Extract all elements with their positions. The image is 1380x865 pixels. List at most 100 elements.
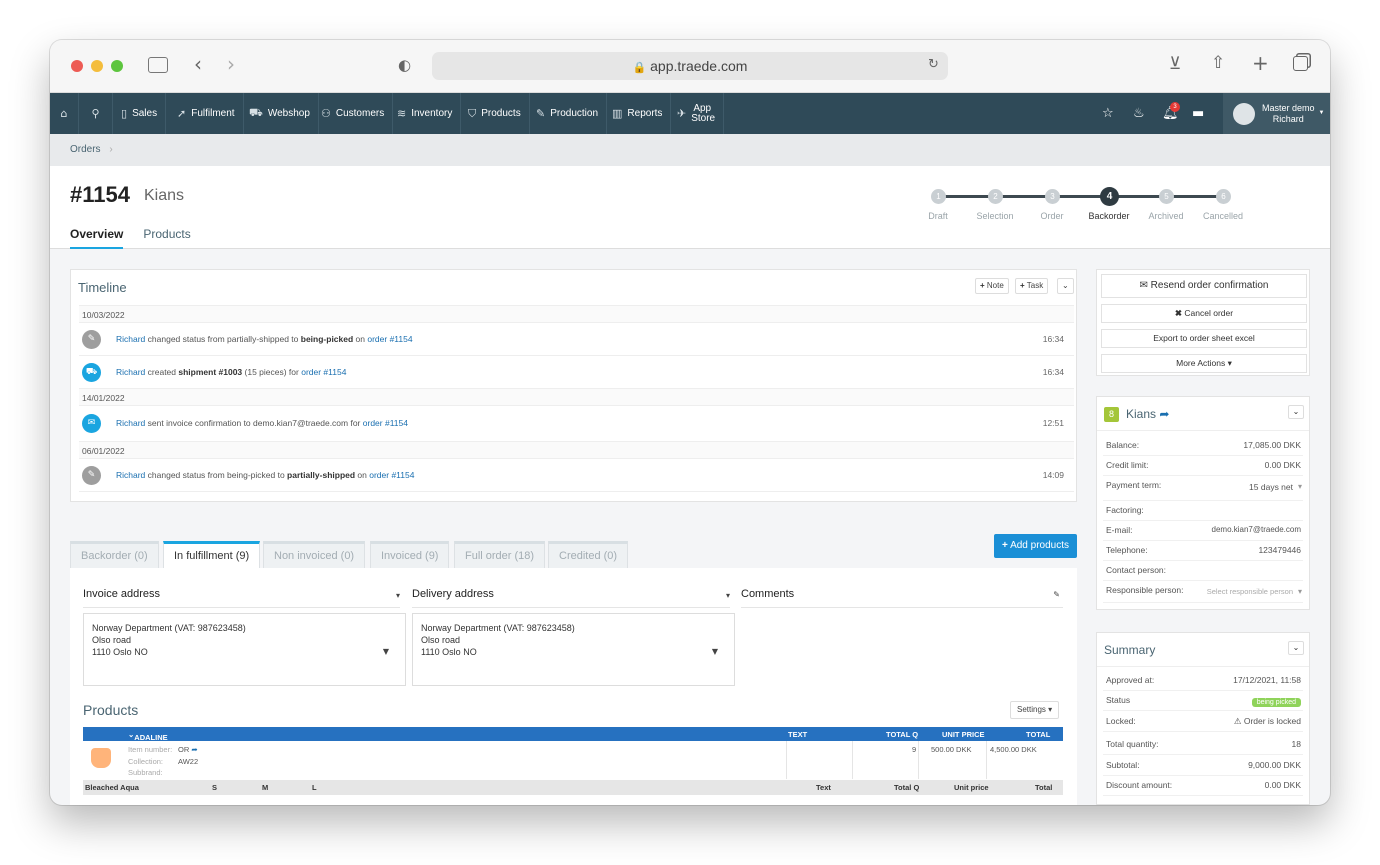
invoice-address-select[interactable]: Norway Department (VAT: 987623458) Olso … <box>83 613 406 686</box>
summary-subtotal: Subtotal: 9,000.00 DKK <box>1103 756 1303 776</box>
nav-fulfilment[interactable]: ➚ Fulfilment <box>169 93 244 134</box>
address-bar[interactable]: 🔒 app.traede.com <box>432 52 948 80</box>
step-order: 3 <box>1045 189 1060 204</box>
bell-icon[interactable]: 🔔︎ 3 <box>1162 93 1180 134</box>
tab-overview[interactable]: Overview <box>70 227 124 249</box>
new-tab-icon[interactable]: + <box>1252 51 1269 75</box>
product-name-header[interactable]: ⌄ ADALINE <box>128 730 168 742</box>
field-value: 18 <box>1291 739 1301 749</box>
fire-icon[interactable]: ♨ <box>1133 93 1145 134</box>
tab-products[interactable]: Products <box>143 227 190 249</box>
tab-backorder[interactable]: Backorder (0) <box>70 541 159 569</box>
step-label: Cancelled <box>1202 211 1244 221</box>
timeline-entry-text: Richard changed status from partially-sh… <box>116 334 413 344</box>
order-link[interactable]: order #1154 <box>369 470 414 480</box>
edit-icon[interactable]: ✎ <box>1053 590 1060 599</box>
invoice-address-label: Invoice address <box>83 588 161 600</box>
user-menu[interactable]: Master demo Richard ▼ <box>1223 93 1330 134</box>
order-link[interactable]: order #1154 <box>301 367 346 377</box>
variant-col-unit-price: Unit price <box>954 783 989 792</box>
customer-panel: 8 Kians ➦ ⌄ Balance: 17,085.00 DKK Credit… <box>1096 396 1310 610</box>
user-name: Richard <box>1272 113 1304 124</box>
nav-sales[interactable]: ▯ Sales <box>113 93 167 134</box>
field-value: demo.kian7@traede.com <box>1211 525 1302 534</box>
user-link[interactable]: Richard <box>116 470 145 480</box>
tab-credited[interactable]: Credited (0) <box>548 541 629 569</box>
maximize-window-button[interactable] <box>111 60 123 72</box>
more-actions-button[interactable]: More Actions ▾ <box>1101 354 1307 373</box>
products-title: Products <box>83 702 139 718</box>
caret-down-icon[interactable]: ▾ <box>396 591 400 600</box>
caret-down-icon: ▼ <box>711 647 718 656</box>
add-note-button[interactable]: + Note <box>975 278 1009 294</box>
order-link[interactable]: order #1154 <box>367 334 412 344</box>
nav-reports[interactable]: ▥ Reports <box>604 93 672 134</box>
size-l: L <box>312 783 317 792</box>
customer-collapse-button[interactable]: ⌄ <box>1288 405 1304 419</box>
sidebar-icon[interactable] <box>148 57 168 73</box>
settings-button[interactable]: Settings ▾ <box>1010 701 1060 719</box>
user-link[interactable]: Richard <box>116 367 145 377</box>
close-window-button[interactable] <box>71 60 83 72</box>
forward-icon[interactable]: › <box>227 52 235 76</box>
nav-webshop[interactable]: ⛟ Webshop <box>241 93 319 134</box>
order-link[interactable]: order #1154 <box>363 418 408 428</box>
browser-toolbar: ‹ › ◐ 🔒 app.traede.com ↻ ⊻ ⇧ + <box>50 40 1330 93</box>
nav-label: Sales <box>132 108 158 119</box>
back-icon[interactable]: ‹ <box>194 52 202 76</box>
order-tabs: Overview Products <box>70 227 191 249</box>
tab-in-fulfillment[interactable]: In fulfillment (9) <box>163 541 261 569</box>
reload-icon[interactable]: ↻ <box>928 57 939 72</box>
field-label: Status <box>1106 695 1131 705</box>
user-link[interactable]: Richard <box>116 418 145 428</box>
size-s: S <box>212 783 218 792</box>
settings-label: Settings <box>1017 705 1046 714</box>
field-value: 17/12/2021, 11:58 <box>1233 675 1301 685</box>
item-number: OR ➦ <box>178 745 198 754</box>
export-excel-button[interactable]: Export to order sheet excel <box>1101 329 1307 348</box>
nav-customers[interactable]: ⚇ Customers <box>313 93 394 134</box>
tabs-overview-icon[interactable] <box>1293 56 1308 71</box>
variant-col-total: Total <box>1035 783 1053 792</box>
minimize-window-button[interactable] <box>91 60 103 72</box>
responsible-person-select[interactable]: Select responsible person <box>1207 587 1293 596</box>
summary-approved-at: Approved at: 17/12/2021, 11:58 <box>1103 671 1303 691</box>
item-number-value: OR <box>178 745 190 754</box>
add-products-button[interactable]: + Add products <box>994 534 1077 558</box>
product-thumbnail[interactable] <box>91 748 111 768</box>
field-label: Total quantity: <box>1106 739 1159 749</box>
customer-responsible-person[interactable]: Responsible person: Select responsible pe… <box>1103 581 1303 603</box>
caret-down-icon[interactable]: ▾ <box>726 591 730 600</box>
nav-app-store[interactable]: ✈ App Store <box>669 93 724 134</box>
customer-payment-term[interactable]: Payment term: 15 days net ▾ <box>1103 476 1303 501</box>
breadcrumb-orders[interactable]: Orders <box>70 144 101 155</box>
timeline-collapse-button[interactable]: ⌄ <box>1057 278 1074 294</box>
timeline-time: 16:34 <box>1042 334 1064 344</box>
summary-collapse-button[interactable]: ⌄ <box>1288 641 1304 655</box>
resend-confirmation-button[interactable]: ✉ Resend order confirmation <box>1101 274 1307 298</box>
nav-label: Production <box>550 108 599 119</box>
nav-inventory[interactable]: ≋ Inventory <box>389 93 462 134</box>
star-icon[interactable]: ☆ <box>1102 93 1114 134</box>
tab-invoiced[interactable]: Invoiced (9) <box>370 541 450 569</box>
cancel-order-button[interactable]: ✖ Cancel order <box>1101 304 1307 323</box>
customer-name[interactable]: Kians ➦ <box>1126 407 1169 421</box>
delivery-address-select[interactable]: Norway Department (VAT: 987623458) Olso … <box>412 613 735 686</box>
download-icon[interactable]: ⊻ <box>1169 54 1181 74</box>
share-icon[interactable]: ⇧ <box>1211 53 1225 73</box>
user-link[interactable]: Richard <box>116 334 145 344</box>
nav-label: Fulfilment <box>191 108 235 119</box>
add-task-button[interactable]: + Task <box>1015 278 1049 294</box>
search-icon[interactable]: ⚲ <box>79 93 113 134</box>
file-icon: ▯ <box>121 107 128 120</box>
pencil-icon: ✎ <box>82 466 101 485</box>
nav-products[interactable]: ⛉ Products <box>460 93 530 134</box>
home-icon[interactable]: ⌂ <box>50 93 79 134</box>
arrow-link-icon[interactable]: ➦ <box>191 745 197 754</box>
resend-label: Resend order confirmation <box>1150 280 1269 291</box>
chat-icon[interactable]: ▬ <box>1192 93 1204 134</box>
shield-icon[interactable]: ◐ <box>398 56 411 74</box>
tab-non-invoiced[interactable]: Non invoiced (0) <box>263 541 366 569</box>
tab-full-order[interactable]: Full order (18) <box>454 541 546 569</box>
nav-production[interactable]: ✎ Production <box>528 93 608 134</box>
